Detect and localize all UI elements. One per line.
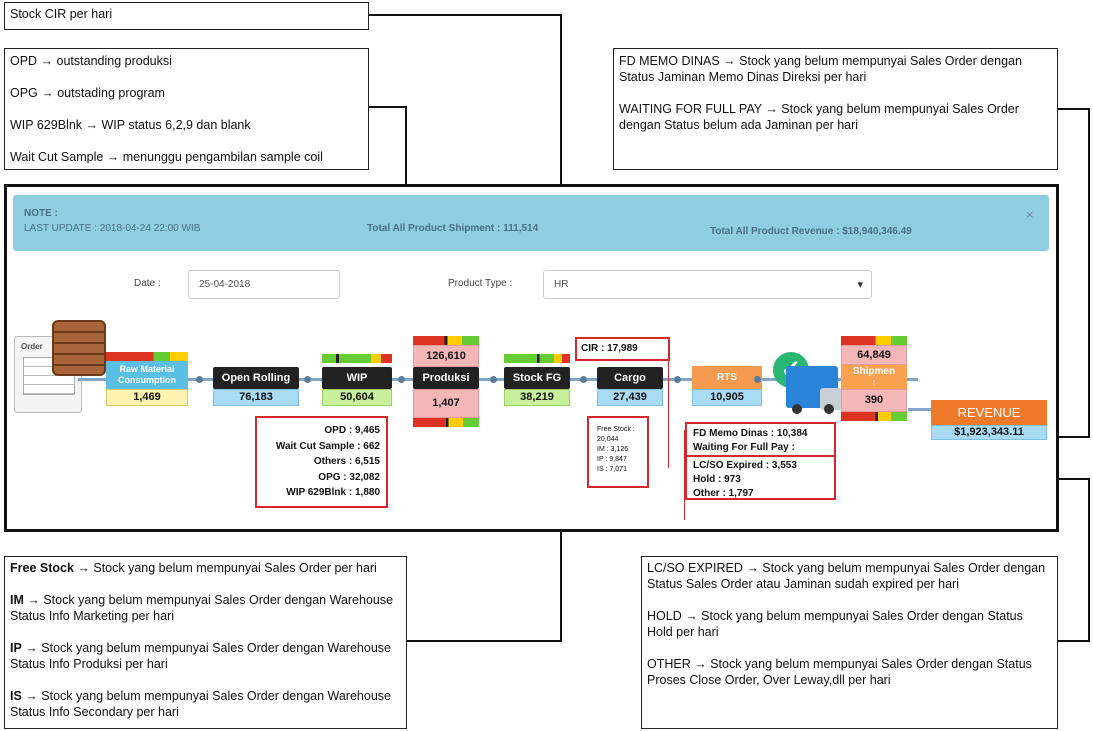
callout-text: IP → Stock yang belum mempunyai Sales Or… — [10, 641, 391, 671]
product-type-select[interactable]: HR ▾ — [543, 270, 872, 299]
cargo-detail-line: Free Stock : — [597, 426, 635, 433]
close-icon[interactable]: × — [1026, 207, 1034, 222]
fd-detail-line: FD Memo Dinas : 10,384 — [693, 428, 808, 439]
status-bar — [504, 354, 570, 363]
callout-fd-legend: FD MEMO DINAS → Stock yang belum mempuny… — [613, 48, 1058, 170]
connector — [369, 106, 407, 108]
wip-detail-line: Others : 6,515 — [313, 456, 380, 467]
flow-node-dot — [580, 376, 587, 383]
flow-node-dot — [196, 376, 203, 383]
guide-line — [668, 361, 669, 468]
callout-text: FD MEMO DINAS → Stock yang belum mempuny… — [619, 54, 1022, 84]
callout-lcso-legend: LC/SO EXPIRED → Stock yang belum mempuny… — [641, 556, 1058, 729]
callout-text: WIP 629Blnk → WIP status 6,2,9 dan blank — [10, 118, 251, 132]
fd-detail-box: FD Memo Dinas : 10,384 Waiting For Full … — [685, 422, 836, 467]
open-rolling-label: Open Rolling — [213, 367, 299, 389]
wip-detail-line: OPD : 9,465 — [324, 425, 380, 436]
connector — [407, 640, 562, 642]
connector — [369, 14, 561, 16]
cir-box: CIR : 17,989 — [575, 337, 670, 361]
connector — [1088, 478, 1090, 642]
truck-wheel — [824, 404, 834, 414]
callout-stock-cir: Stock CIR per hari — [4, 2, 369, 30]
status-bar — [413, 418, 479, 427]
product-type-label: Product Type : — [448, 278, 513, 289]
connector — [1088, 108, 1090, 438]
flow-node-dot — [674, 376, 681, 383]
shipment-top-value: 64,849 — [841, 345, 907, 365]
order-label: Order — [21, 342, 43, 351]
callout-text: Wait Cut Sample → menunggu pengambilan s… — [10, 150, 323, 164]
callout-text: OTHER → Stock yang belum mempunyai Sales… — [647, 657, 1032, 687]
status-bar — [322, 354, 392, 363]
callout-wip-legend: OPD → outstanding produksi OPG → outstad… — [4, 48, 369, 170]
shipment-value: 390 — [841, 389, 907, 412]
flow-node-dot — [490, 376, 497, 383]
produksi-value: 1,407 — [413, 389, 479, 418]
rts-value: 10,905 — [692, 389, 762, 406]
callout-text: IM → Stock yang belum mempunyai Sales Or… — [10, 593, 394, 623]
flow-node-dot — [304, 376, 311, 383]
stock-fg-value: 38,219 — [504, 389, 570, 406]
cargo-label: Cargo — [597, 367, 663, 389]
product-type-value: HR — [554, 279, 569, 290]
revenue-label: REVENUE — [931, 400, 1047, 425]
stock-fg-label: Stock FG — [504, 367, 570, 389]
wip-label: WIP — [322, 367, 392, 389]
wip-detail-box: OPD : 9,465 Wait Cut Sample : 662 Others… — [255, 416, 388, 508]
connector — [1058, 108, 1090, 110]
callout-text: Stock CIR per hari — [10, 7, 113, 21]
total-shipment: Total All Product Shipment : 111,514 — [367, 223, 539, 234]
produksi-top-value: 126,610 — [413, 345, 479, 367]
status-bar — [106, 352, 188, 361]
warehouse-crate-icon — [52, 320, 106, 376]
callout-text: IS → Stock yang belum mempunyai Sales Or… — [10, 689, 391, 719]
rts-label: RTS — [692, 366, 762, 389]
callout-text: HOLD → Stock yang belum mempunyai Sales … — [647, 609, 1023, 639]
raw-material-value: 1,469 — [106, 389, 188, 406]
cargo-value: 27,439 — [597, 389, 663, 406]
lc-detail-line: Hold : 973 — [693, 474, 741, 485]
flow-node-dot — [398, 376, 405, 383]
cargo-detail-line: IM : 3,126 — [597, 446, 629, 453]
truck-wheel — [792, 404, 802, 414]
status-bar — [841, 336, 907, 345]
chevron-down-icon: ▾ — [857, 279, 863, 291]
callout-free-stock-legend: Free Stock → Stock yang belum mempunyai … — [4, 556, 407, 729]
shipment-label: Shipmen ↑ — [841, 365, 907, 389]
status-bar — [841, 412, 907, 421]
date-input[interactable]: 25-04-2018 — [188, 270, 340, 299]
wip-detail-line: Wait Cut Sample : 662 — [275, 440, 380, 452]
open-rolling-value: 76,183 — [213, 389, 299, 406]
raw-material-label: Raw Material Consumption — [106, 361, 188, 389]
wip-detail-line: OPG : 32,082 — [318, 471, 380, 483]
last-update: LAST UPDATE : 2018-04-24 22:00 WIB — [24, 223, 201, 234]
callout-text: OPD → outstanding produksi — [10, 54, 172, 68]
total-revenue: Total All Product Revenue : $18,940,346.… — [710, 226, 912, 237]
lc-detail-line: Other : 1,797 — [693, 488, 754, 499]
callout-text: OPG → outstading program — [10, 86, 165, 100]
cargo-detail-line: 20,044 — [597, 436, 619, 443]
cargo-detail-line: IS : 7,071 — [597, 466, 627, 473]
note-banner: NOTE : LAST UPDATE : 2018-04-24 22:00 WI… — [13, 195, 1049, 251]
note-title: NOTE : — [24, 208, 58, 219]
date-label: Date : — [134, 278, 161, 289]
wip-detail-line: WIP 629Blnk : 1,880 — [286, 487, 380, 498]
connector — [1058, 640, 1090, 642]
cargo-detail-box: Free Stock : 20,044 IM : 3,126 IP : 9,84… — [587, 416, 649, 488]
wip-value: 50,604 — [322, 389, 392, 406]
cargo-detail-line: IP : 9,847 — [597, 456, 627, 463]
lc-detail-line: LC/SO Expired : 3,553 — [693, 460, 797, 471]
status-bar — [413, 336, 479, 345]
produksi-label: Produksi — [413, 367, 479, 389]
callout-text: LC/SO EXPIRED → Stock yang belum mempuny… — [647, 561, 1046, 591]
callout-text: WAITING FOR FULL PAY → Stock yang belum … — [619, 102, 1019, 132]
lc-detail-box: LC/SO Expired : 3,553 Hold : 973 Other :… — [685, 455, 836, 500]
callout-text: Free Stock → Stock yang belum mempunyai … — [10, 561, 377, 575]
flow-node-dot — [754, 376, 761, 383]
revenue-value: $1,923,343.11 — [931, 425, 1047, 440]
